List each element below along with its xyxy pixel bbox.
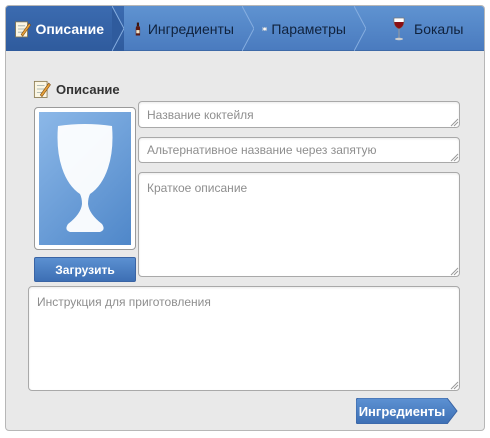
cocktail-name-input[interactable] (138, 101, 460, 128)
next-ingredients-button[interactable]: Ингредиенты (356, 398, 458, 424)
wine-bottle-icon (135, 22, 141, 35)
cocktail-photo[interactable] (34, 107, 136, 250)
cocktail-editor-window: Описание Ингредиенты Параметры Бокалы Оп… (5, 5, 485, 431)
instructions-textarea[interactable] (28, 286, 460, 391)
section-title: Описание (56, 81, 120, 97)
plate-cutlery-icon (262, 26, 267, 31)
glass-silhouette-icon (57, 123, 113, 232)
tab-separator-icon (112, 6, 124, 51)
tab-separator-icon (242, 6, 254, 51)
tab-bar: Описание Ингредиенты Параметры Бокалы (6, 6, 484, 51)
tab-glasses-label: Бокалы (414, 20, 464, 37)
tab-glasses[interactable]: Бокалы (366, 6, 484, 51)
upload-button[interactable]: Загрузить (34, 257, 136, 282)
tab-parameters[interactable]: Параметры (254, 6, 366, 51)
tab-ingredients-label: Ингредиенты (147, 20, 234, 37)
tab-ingredients[interactable]: Ингредиенты (124, 6, 254, 51)
photo-placeholder (39, 112, 131, 245)
short-description-textarea[interactable] (138, 172, 460, 277)
tab-separator-icon (354, 6, 366, 51)
tab-description-label: Описание (35, 20, 104, 37)
tab-description[interactable]: Описание (6, 6, 124, 51)
tab-parameters-label: Параметры (271, 20, 346, 37)
notepad-pencil-icon (15, 20, 32, 37)
alt-name-input[interactable] (138, 137, 460, 163)
next-button-label: Ингредиенты (358, 403, 446, 419)
notepad-pencil-icon (33, 80, 51, 98)
wine-glass-icon (393, 17, 405, 40)
section-header: Описание (32, 78, 120, 100)
